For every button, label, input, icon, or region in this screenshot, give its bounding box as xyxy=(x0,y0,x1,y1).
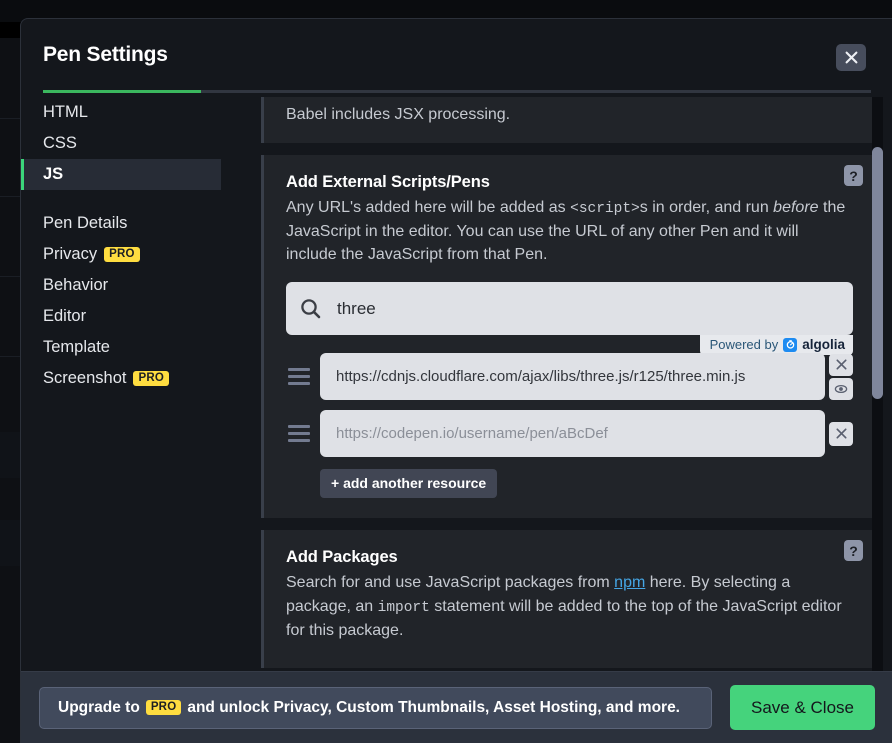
resource-row xyxy=(286,353,853,400)
search-icon xyxy=(300,298,321,319)
section-description: Search for and use JavaScript packages f… xyxy=(286,571,853,641)
desc-part-2: s in order, and run xyxy=(640,199,773,216)
search-input[interactable] xyxy=(337,299,839,319)
npm-link[interactable]: npm xyxy=(614,574,645,591)
pen-settings-modal: Pen Settings HTML CSS JS Pen Details Pri… xyxy=(20,18,892,743)
modal-footer: Upgrade to PRO and unlock Privacy, Custo… xyxy=(21,671,892,743)
remove-resource-button[interactable] xyxy=(829,422,853,446)
section-description: Any URL's added here will be added as <s… xyxy=(286,196,853,266)
panel-add-external-scripts: ? Add External Scripts/Pens Any URL's ad… xyxy=(261,155,875,518)
sidebar-item-pen-details[interactable]: Pen Details xyxy=(21,208,221,239)
pro-badge: PRO xyxy=(146,700,182,716)
sidebar-item-label: JS xyxy=(43,165,63,184)
pro-badge: PRO xyxy=(104,247,140,263)
upgrade-banner[interactable]: Upgrade to PRO and unlock Privacy, Custo… xyxy=(39,687,712,729)
algolia-wordmark: algolia xyxy=(802,337,845,352)
resource-list: + add another resource xyxy=(286,353,853,498)
eye-icon xyxy=(834,384,848,394)
algolia-icon xyxy=(783,338,797,352)
upgrade-prefix: Upgrade to xyxy=(58,699,140,717)
pro-badge: PRO xyxy=(133,371,169,387)
upgrade-suffix: and unlock Privacy, Custom Thumbnails, A… xyxy=(187,699,680,717)
sidebar-divider xyxy=(21,190,221,208)
sidebar-item-js[interactable]: JS xyxy=(21,159,221,190)
sidebar-item-label: HTML xyxy=(43,103,88,122)
babel-note: Babel includes JSX processing. xyxy=(286,97,853,126)
sidebar-item-privacy[interactable]: Privacy PRO xyxy=(21,239,221,270)
resource-url-input[interactable] xyxy=(320,410,825,457)
sidebar-item-css[interactable]: CSS xyxy=(21,128,221,159)
desc-part-1: Any URL's added here will be added as xyxy=(286,199,570,216)
resource-actions xyxy=(829,354,853,400)
sidebar-item-label: CSS xyxy=(43,134,77,153)
cdn-search-wrap: Powered by algolia xyxy=(286,282,853,335)
modal-header: Pen Settings xyxy=(21,19,892,77)
sidebar-item-screenshot[interactable]: Screenshot PRO xyxy=(21,363,221,394)
page-title: Pen Settings xyxy=(43,43,168,67)
sidebar-item-label: Screenshot xyxy=(43,369,126,388)
desc-emphasis: before xyxy=(773,199,818,216)
scrollbar-thumb[interactable] xyxy=(872,147,883,399)
drag-handle-icon[interactable] xyxy=(286,421,312,447)
sidebar-item-label: Behavior xyxy=(43,276,108,295)
cdn-search-box[interactable] xyxy=(286,282,853,335)
content-scrollbar[interactable] xyxy=(872,97,883,672)
sidebar-item-label: Template xyxy=(43,338,110,357)
sidebar-item-label: Privacy xyxy=(43,245,97,264)
sidebar-item-template[interactable]: Template xyxy=(21,332,221,363)
desc-part-1: Search for and use JavaScript packages f… xyxy=(286,574,614,591)
drag-handle-icon[interactable] xyxy=(286,364,312,390)
save-and-close-button[interactable]: Save & Close xyxy=(730,685,875,730)
close-icon xyxy=(836,428,847,439)
preview-resource-button[interactable] xyxy=(829,378,853,400)
resource-actions xyxy=(829,422,853,446)
settings-content: Babel includes JSX processing. ? Add Ext… xyxy=(243,97,892,672)
help-icon[interactable]: ? xyxy=(844,165,863,186)
settings-sidebar: HTML CSS JS Pen Details Privacy PRO Beha… xyxy=(21,97,221,672)
sidebar-item-editor[interactable]: Editor xyxy=(21,301,221,332)
import-code: import xyxy=(378,600,430,616)
sidebar-item-label: Editor xyxy=(43,307,86,326)
section-heading: Add Packages xyxy=(286,548,853,567)
resource-row xyxy=(286,410,853,457)
close-button[interactable] xyxy=(836,44,866,71)
close-icon xyxy=(845,51,858,64)
sidebar-item-label: Pen Details xyxy=(43,214,127,233)
panel-add-packages: ? Add Packages Search for and use JavaSc… xyxy=(261,530,875,667)
close-icon xyxy=(836,359,847,370)
powered-by-algolia[interactable]: Powered by algolia xyxy=(700,335,853,355)
script-tag-code: <script> xyxy=(570,201,640,217)
resource-url-input[interactable] xyxy=(320,353,825,400)
title-underline-accent xyxy=(43,90,201,93)
sidebar-item-html[interactable]: HTML xyxy=(21,97,221,128)
add-another-resource-button[interactable]: + add another resource xyxy=(320,469,497,498)
section-heading: Add External Scripts/Pens xyxy=(286,173,853,192)
panel-babel: Babel includes JSX processing. xyxy=(261,97,875,143)
remove-resource-button[interactable] xyxy=(829,354,853,376)
sidebar-item-behavior[interactable]: Behavior xyxy=(21,270,221,301)
powered-by-label: Powered by xyxy=(710,337,779,352)
help-icon[interactable]: ? xyxy=(844,540,863,561)
